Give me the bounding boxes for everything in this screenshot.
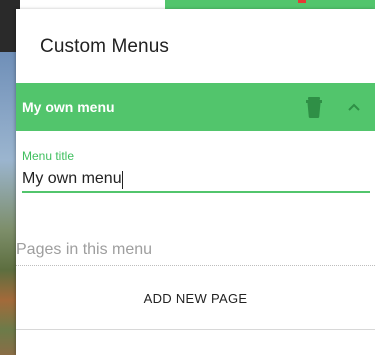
menu-title-label: Menu title — [22, 149, 75, 163]
section-divider — [16, 265, 375, 266]
notification-mark — [298, 0, 306, 3]
panel-title: Custom Menus — [40, 36, 169, 57]
delete-menu-button[interactable] — [304, 95, 324, 119]
bottom-divider — [16, 329, 375, 330]
collapse-menu-button[interactable] — [344, 97, 364, 117]
pages-section-label: Pages in this menu — [16, 241, 153, 258]
menu-header[interactable]: My own menu — [16, 83, 375, 131]
custom-menus-panel: Custom Menus My own menu Menu title Page… — [16, 9, 375, 355]
menu-header-label: My own menu — [22, 99, 115, 115]
chevron-up-icon — [348, 103, 360, 111]
active-tab-indicator — [20, 0, 165, 9]
menu-title-input[interactable] — [22, 167, 370, 193]
add-new-page-button[interactable]: ADD NEW PAGE — [16, 279, 375, 317]
trash-icon — [306, 97, 322, 118]
text-caret — [122, 171, 123, 189]
